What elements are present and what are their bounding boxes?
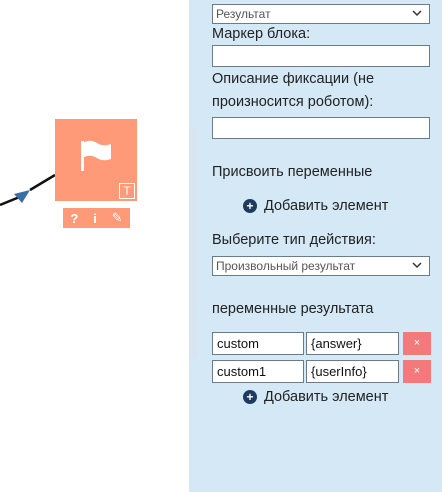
result-variables-label: переменные результата	[212, 301, 374, 317]
variable-name-input[interactable]: custom	[212, 332, 304, 355]
action-type-value: Произвольный результат	[216, 259, 356, 273]
panel-scrollbar[interactable]	[189, 127, 197, 359]
flow-canvas[interactable]: T ? i ✎	[0, 0, 189, 492]
connection-edge[interactable]	[0, 0, 189, 492]
result-type-value: Результат	[216, 7, 271, 21]
variable-value-input[interactable]: {answer}	[306, 332, 399, 355]
assign-variables-label: Присвоить переменные	[212, 164, 373, 180]
plus-circle-icon: +	[243, 390, 257, 404]
variable-name-input[interactable]: custom1	[212, 360, 304, 383]
description-label-line1: Описание фиксации (не	[212, 71, 375, 87]
description-field[interactable]	[212, 117, 430, 139]
help-icon[interactable]: ?	[70, 211, 78, 226]
plus-circle-icon: +	[243, 199, 257, 213]
delete-row-button[interactable]: ×	[403, 360, 431, 383]
result-type-select[interactable]: Результат	[212, 4, 430, 24]
add-element-button[interactable]: + Добавить элемент	[243, 198, 388, 214]
action-type-label: Выберите тип действия:	[212, 232, 376, 248]
arrow-head-icon	[14, 190, 30, 203]
marker-field[interactable]	[212, 45, 430, 67]
node-type-badge: T	[119, 183, 135, 199]
edit-icon[interactable]: ✎	[112, 210, 123, 226]
action-type-select[interactable]: Произвольный результат	[212, 256, 430, 276]
info-icon[interactable]: i	[93, 211, 97, 226]
chevron-down-icon	[412, 262, 422, 269]
flow-node[interactable]: T	[55, 119, 137, 201]
description-label-line2: произносится роботом):	[212, 94, 374, 110]
chevron-down-icon	[412, 10, 422, 17]
node-toolbar: ? i ✎	[63, 208, 130, 228]
flag-icon	[81, 140, 111, 171]
add-result-variable-button[interactable]: + Добавить элемент	[243, 389, 388, 405]
marker-label: Маркер блока:	[212, 26, 311, 42]
delete-row-button[interactable]: ×	[403, 332, 431, 355]
variable-value-input[interactable]: {userInfo}	[306, 360, 399, 383]
